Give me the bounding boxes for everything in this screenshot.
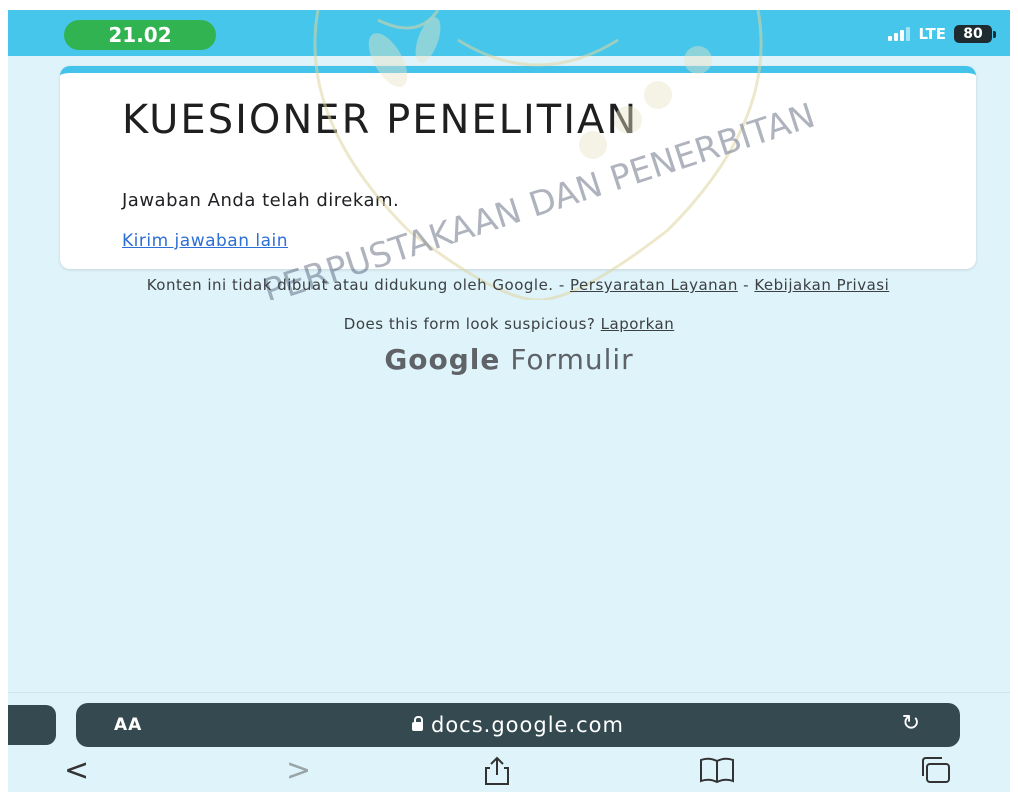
battery-icon: 80 (954, 25, 996, 43)
forward-button[interactable]: > (286, 753, 311, 788)
signal-icon (888, 27, 911, 41)
google-forms-logo[interactable]: Google Formulir (8, 343, 1010, 376)
footer-separator: - (743, 276, 750, 294)
url-text: docs.google.com (431, 713, 624, 737)
terms-link[interactable]: Persyaratan Layanan (570, 276, 738, 294)
previous-tab-preview[interactable] (8, 705, 56, 745)
back-button[interactable]: < (64, 753, 89, 788)
lock-icon (412, 716, 423, 731)
suspicious-text: Does this form look suspicious? (343, 315, 596, 333)
brand-product: Formulir (510, 343, 634, 376)
browser-toolbar: AA docs.google.com ↻ < > (8, 692, 1010, 792)
time-indicator[interactable]: 21.02 (64, 20, 216, 50)
submit-another-link[interactable]: Kirim jawaban lain (122, 231, 288, 251)
disclaimer-text: Konten ini tidak dibuat atau didukung ol… (146, 276, 565, 294)
form-response-card: KUESIONER PENELITIAN Jawaban Anda telah … (60, 66, 976, 269)
url-display[interactable]: docs.google.com (76, 713, 960, 737)
form-title: KUESIONER PENELITIAN (122, 97, 639, 143)
form-footer: Konten ini tidak dibuat atau didukung ol… (68, 277, 968, 293)
privacy-link[interactable]: Kebijakan Privasi (754, 276, 889, 294)
network-type: LTE (918, 25, 946, 43)
share-icon[interactable] (482, 755, 512, 787)
brand-google: Google (384, 343, 501, 376)
report-link[interactable]: Laporkan (601, 315, 675, 333)
status-icons: LTE 80 (888, 22, 996, 46)
reload-icon[interactable]: ↻ (902, 711, 920, 736)
tabs-icon[interactable] (918, 755, 952, 785)
browser-nav: < > (8, 753, 1010, 789)
confirmation-message: Jawaban Anda telah direkam. (122, 190, 400, 211)
phone-screen: 21.02 LTE 80 KUESIONER PENELITIAN Jawaba… (8, 10, 1010, 792)
status-bar: 21.02 LTE 80 (8, 10, 1010, 56)
address-bar[interactable]: AA docs.google.com ↻ (76, 703, 960, 747)
report-line: Does this form look suspicious? Laporkan (8, 315, 1010, 333)
battery-level: 80 (954, 25, 992, 43)
bookmarks-icon[interactable] (698, 755, 736, 785)
